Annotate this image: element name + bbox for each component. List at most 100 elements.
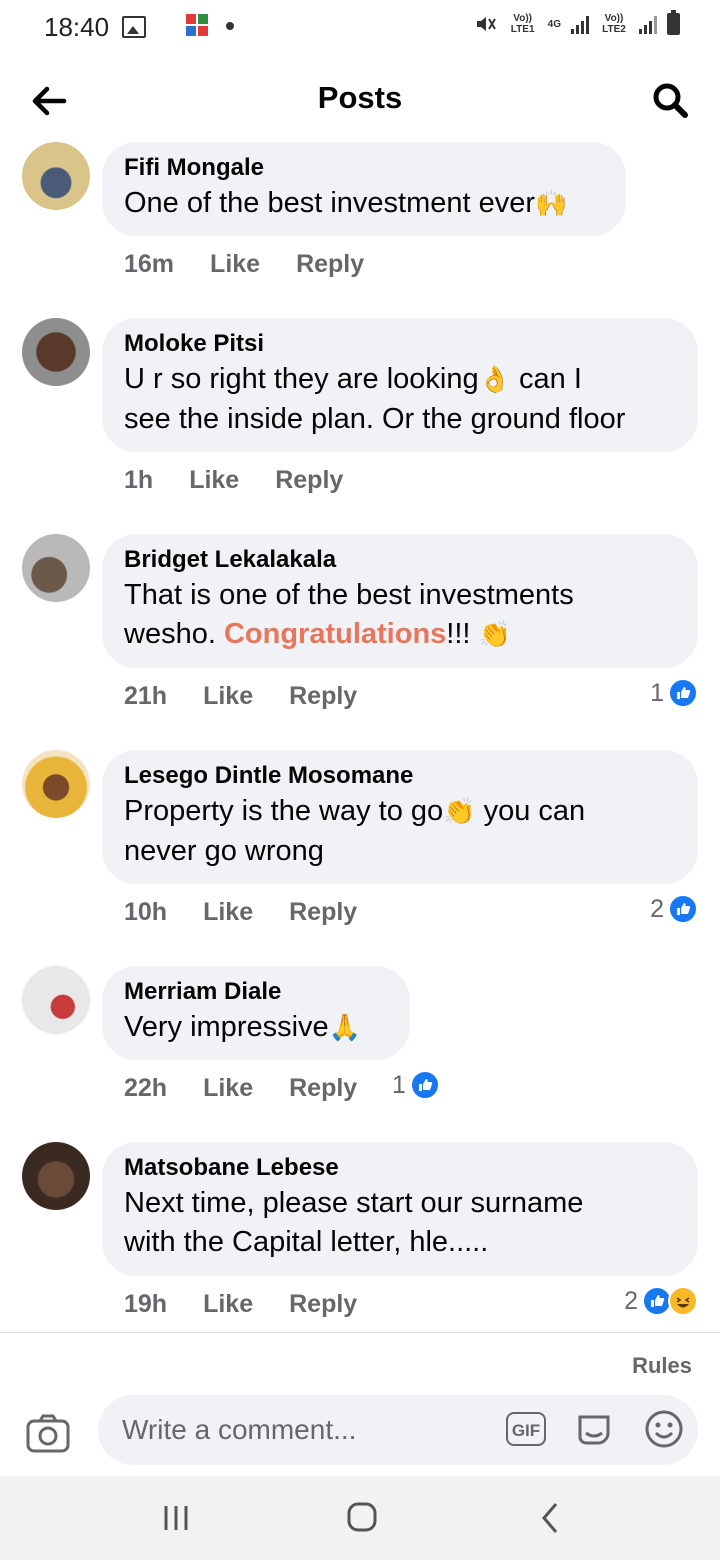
comment-time: 16m	[124, 250, 175, 278]
reply-button[interactable]: Reply	[289, 1290, 357, 1319]
like-button[interactable]: Like	[203, 898, 253, 927]
comment-time: 19h	[124, 1290, 168, 1318]
avatar[interactable]	[22, 534, 90, 602]
reaction-summary[interactable]: 2	[624, 1286, 698, 1316]
ok-hand-emoji: 👌	[478, 365, 511, 395]
comment-actions: 21h Like Reply	[124, 682, 357, 711]
comment-text: Property is the way to go	[124, 795, 444, 827]
haha-reaction-icon	[668, 1286, 698, 1316]
avatar[interactable]	[22, 142, 90, 210]
comment-composer: Rules GIF	[0, 1332, 720, 1477]
back-nav-icon[interactable]	[530, 1500, 570, 1536]
comment-bubble[interactable]: Bridget Lekalakala That is one of the be…	[102, 534, 698, 668]
comment-author[interactable]: Merriam Diale	[124, 976, 388, 1008]
home-icon[interactable]	[342, 1500, 382, 1536]
rules-link[interactable]: Rules	[632, 1353, 692, 1379]
comment-text: One of the best investment ever	[124, 187, 536, 219]
gif-button[interactable]: GIF	[506, 1412, 546, 1446]
like-button[interactable]: Like	[203, 682, 253, 711]
system-nav-bar	[0, 1476, 720, 1560]
comment-author[interactable]: Fifi Mongale	[124, 152, 604, 184]
comment-bubble[interactable]: Merriam Diale Very impressive🙏	[102, 966, 410, 1060]
reply-button[interactable]: Reply	[275, 466, 343, 495]
comment-time: 22h	[124, 1074, 168, 1102]
app-notification-icon	[186, 14, 210, 38]
signal2-icon	[639, 14, 657, 34]
reaction-count: 2	[650, 894, 664, 923]
comment-text: never go wrong	[124, 835, 324, 867]
status-time: 18:40	[44, 12, 110, 42]
highlighted-word-link[interactable]: Congratulations	[224, 618, 446, 650]
reaction-summary[interactable]: 1	[392, 1070, 440, 1100]
comment-text: !!!	[446, 618, 479, 650]
reply-button[interactable]: Reply	[289, 898, 357, 927]
avatar[interactable]	[22, 1142, 90, 1210]
sim1-label: Vo)) LTE1	[510, 13, 535, 35]
comment-author[interactable]: Matsobane Lebese	[124, 1152, 676, 1184]
clapping-hands-emoji: 👏	[443, 797, 476, 827]
reaction-count: 2	[624, 1286, 638, 1315]
comment-bubble[interactable]: Moloke Pitsi U r so right they are looki…	[102, 318, 698, 452]
thumbs-up-icon	[668, 678, 698, 708]
comment-time: 1h	[124, 466, 154, 494]
reply-button[interactable]: Reply	[289, 682, 357, 711]
like-button[interactable]: Like	[189, 466, 239, 495]
mute-icon	[476, 17, 496, 31]
reaction-summary[interactable]: 2	[650, 894, 698, 924]
thumbs-up-icon	[409, 1070, 440, 1100]
battery-icon	[667, 10, 680, 35]
comment-actions: 19h Like Reply	[124, 1290, 357, 1319]
raising-hands-emoji: 🙌	[535, 189, 568, 219]
comment-text: Very impressive	[124, 1011, 329, 1043]
comment-time: 10h	[124, 898, 168, 926]
comment-bubble[interactable]: Lesego Dintle Mosomane Property is the w…	[102, 750, 698, 884]
comment-text: you can	[475, 795, 586, 827]
reaction-count: 1	[392, 1070, 406, 1099]
comment-actions: 16m Like Reply	[124, 250, 364, 279]
clapping-hands-emoji: 👏	[478, 620, 511, 650]
comment-author[interactable]: Lesego Dintle Mosomane	[124, 760, 676, 792]
comment-actions: 22h Like Reply	[124, 1074, 357, 1103]
sticker-icon[interactable]	[574, 1409, 614, 1449]
comment-text: see the inside plan. Or the ground floor	[124, 403, 626, 435]
camera-icon[interactable]	[26, 1413, 70, 1453]
avatar[interactable]	[22, 318, 90, 386]
comment-bubble[interactable]: Matsobane Lebese Next time, please start…	[102, 1142, 698, 1276]
comment-author[interactable]: Bridget Lekalakala	[124, 544, 676, 576]
comment-actions: 1h Like Reply	[124, 466, 343, 495]
comment-bubble[interactable]: Fifi Mongale One of the best investment …	[102, 142, 626, 236]
comment-text: That is one of the best investments	[124, 579, 574, 611]
emoji-icon[interactable]	[644, 1409, 684, 1449]
sim2-label: Vo)) LTE2	[602, 13, 626, 35]
avatar[interactable]	[22, 966, 90, 1034]
comment-text: Next time, please start our surname	[124, 1187, 584, 1219]
signal1-icon	[571, 14, 589, 34]
page-title: Posts	[317, 80, 403, 115]
network-type: 4G	[547, 18, 561, 30]
avatar[interactable]	[22, 750, 90, 818]
comments-list: Fifi Mongale One of the best investment …	[0, 140, 720, 1332]
comment-input-field[interactable]: GIF	[98, 1395, 698, 1465]
reply-button[interactable]: Reply	[289, 1074, 357, 1103]
comment-actions: 10h Like Reply	[124, 898, 357, 927]
reply-button[interactable]: Reply	[296, 250, 364, 279]
folded-hands-emoji: 🙏	[328, 1013, 362, 1043]
comment-time: 21h	[124, 682, 168, 710]
app-header: Posts	[0, 60, 720, 140]
search-icon[interactable]	[650, 80, 690, 120]
reaction-count: 1	[650, 678, 664, 707]
recent-apps-icon[interactable]	[156, 1500, 196, 1536]
like-button[interactable]: Like	[210, 250, 260, 279]
like-button[interactable]: Like	[203, 1074, 253, 1103]
comment-text: U r so right they are looking	[124, 363, 479, 395]
more-notifications-dot-icon	[226, 22, 234, 30]
comment-text: with the Capital letter, hle.....	[124, 1226, 489, 1258]
status-right-group: Vo)) LTE1 4G Vo)) LTE2	[474, 10, 680, 36]
comment-input[interactable]	[120, 1409, 484, 1451]
like-button[interactable]: Like	[203, 1290, 253, 1319]
comment-text: can I	[511, 363, 582, 395]
comment-author[interactable]: Moloke Pitsi	[124, 328, 676, 360]
reaction-summary[interactable]: 1	[650, 678, 698, 708]
gallery-notification-icon	[122, 16, 146, 38]
thumbs-up-icon	[668, 894, 698, 924]
